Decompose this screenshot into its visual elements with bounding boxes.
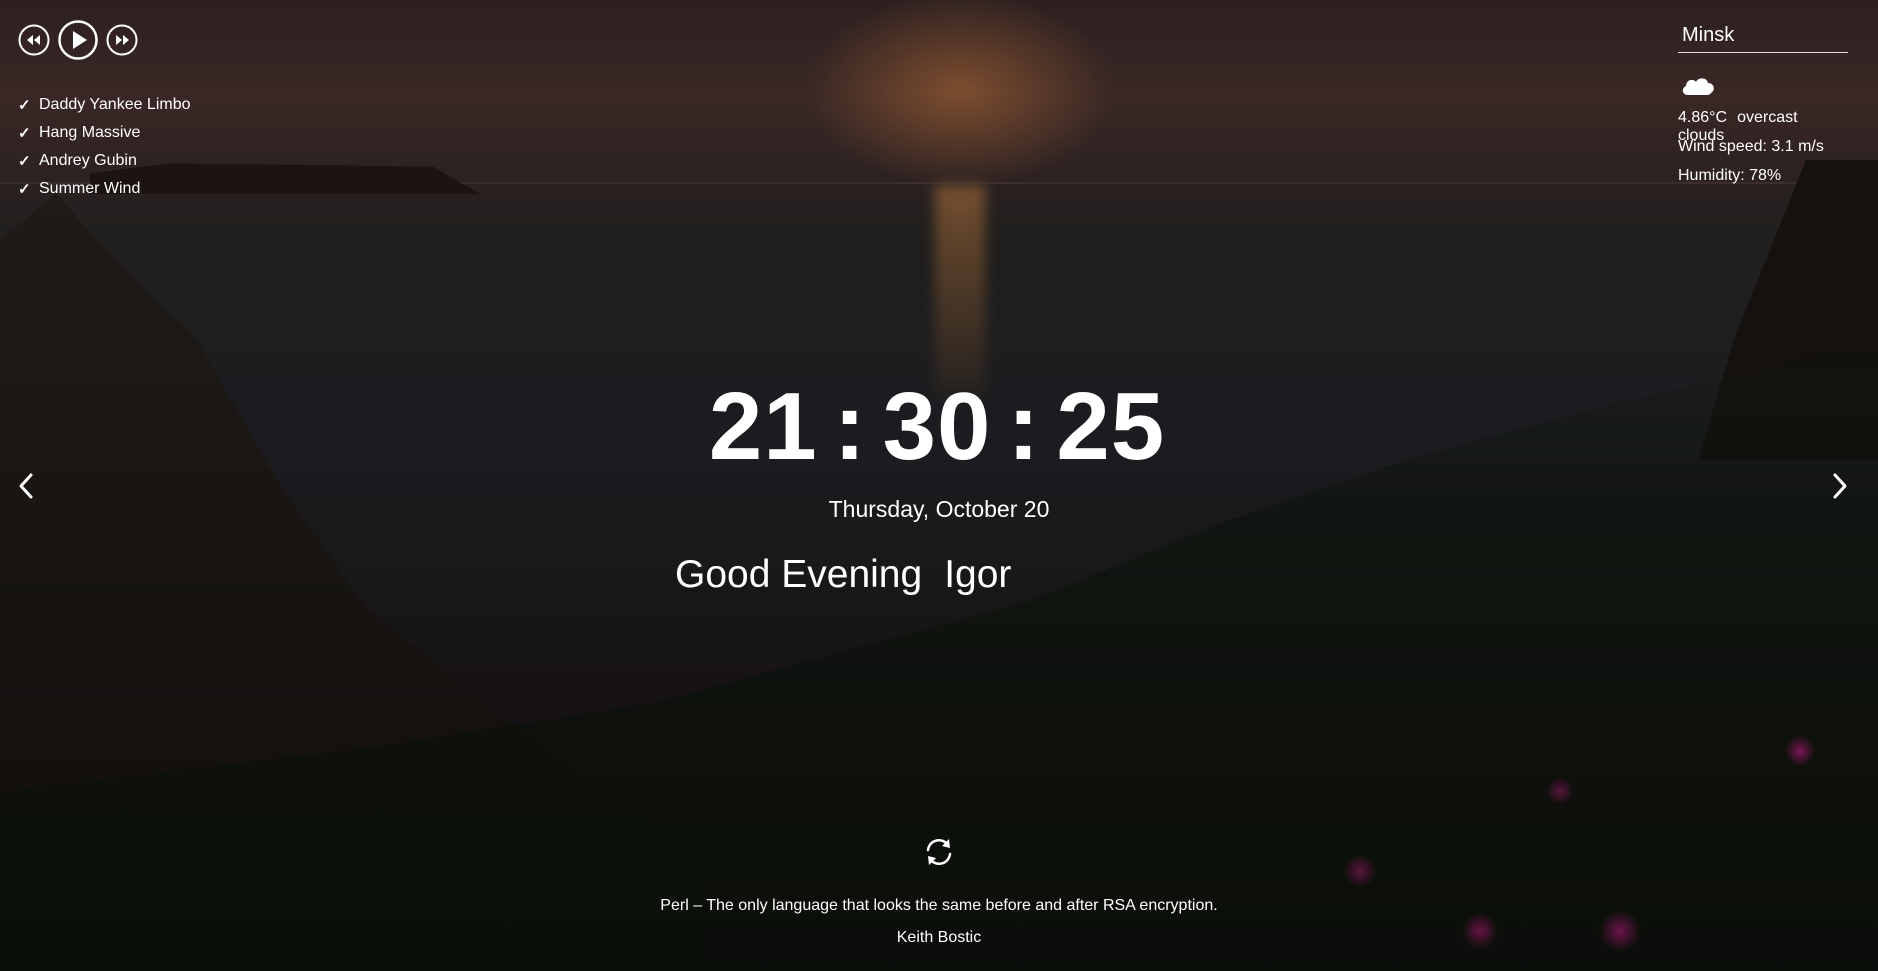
greeting-text: Good Evening	[675, 553, 923, 596]
wind-speed: Wind speed: 3.1 m/s	[1678, 138, 1824, 155]
fast-forward-icon	[106, 24, 138, 56]
background-overlay	[0, 0, 1878, 971]
name-input[interactable]: Igor	[944, 553, 1024, 597]
weather-temp-row: 4.86°C overcast clouds	[1678, 109, 1848, 144]
refresh-icon	[926, 838, 952, 866]
clock: 21:30:25	[0, 372, 1876, 482]
greeting: Good Evening Igor	[675, 553, 1024, 597]
cloud-icon	[1682, 78, 1714, 95]
check-icon: ✓	[18, 125, 31, 142]
playlist: ✓ Daddy Yankee Limbo ✓ Hang Massive ✓ An…	[18, 91, 191, 203]
quote-text: Perl – The only language that looks the …	[660, 897, 1218, 914]
weather-widget: 4.86°Covercast clouds Wind speed: 3.1 m/…	[1678, 22, 1848, 188]
playlist-item-title: Hang Massive	[39, 124, 141, 141]
momentum-page: ✓ Daddy Yankee Limbo ✓ Hang Massive ✓ An…	[0, 0, 1878, 971]
humidity: Humidity: 78%	[1678, 167, 1782, 184]
play-next-button[interactable]	[106, 24, 138, 56]
playlist-item-title: Andrey Gubin	[39, 152, 137, 169]
playlist-item[interactable]: ✓ Daddy Yankee Limbo	[18, 91, 191, 119]
weather-icon-container	[1678, 71, 1848, 101]
check-icon: ✓	[18, 181, 31, 198]
city-input[interactable]	[1678, 22, 1848, 53]
playlist-item[interactable]: ✓ Andrey Gubin	[18, 147, 191, 175]
date: Thursday, October 20	[828, 496, 1050, 522]
clock-separator: :	[833, 373, 867, 480]
change-quote-button[interactable]	[921, 834, 957, 870]
clock-separator: :	[1007, 373, 1041, 480]
playlist-item-title: Daddy Yankee Limbo	[39, 96, 191, 113]
check-icon: ✓	[18, 97, 31, 114]
play-icon	[58, 20, 98, 60]
check-icon: ✓	[18, 153, 31, 170]
playlist-item[interactable]: ✓ Summer Wind	[18, 175, 191, 203]
temperature: 4.86°C	[1678, 109, 1728, 126]
clock-hours: 21	[708, 373, 818, 480]
play-prev-button[interactable]	[18, 24, 50, 56]
playlist-item-title: Summer Wind	[39, 180, 141, 197]
audio-player	[18, 20, 138, 60]
play-button[interactable]	[58, 20, 98, 60]
rewind-icon	[18, 24, 50, 56]
clock-seconds: 25	[1056, 373, 1166, 480]
playlist-item[interactable]: ✓ Hang Massive	[18, 119, 191, 147]
clock-minutes: 30	[882, 373, 992, 480]
quote-author: Keith Bostic	[896, 929, 982, 946]
